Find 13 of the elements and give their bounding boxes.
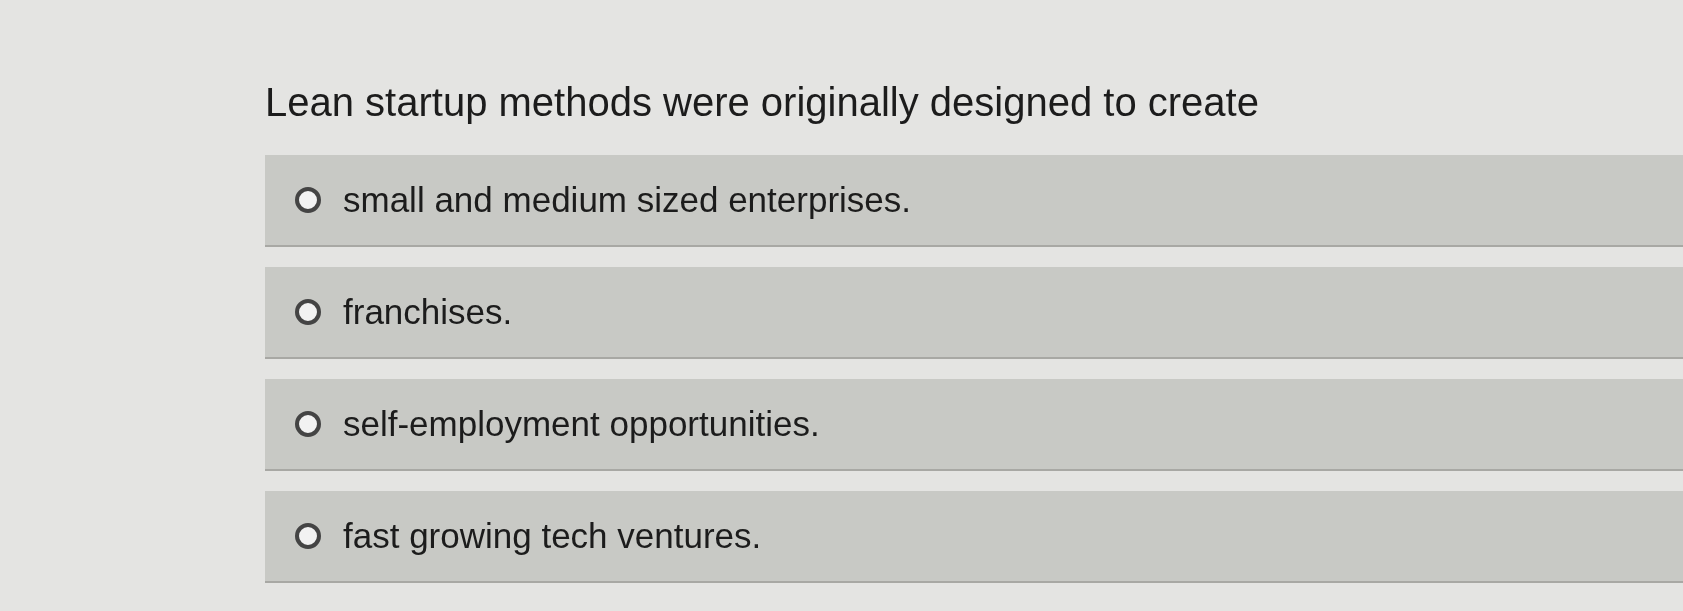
radio-button[interactable] <box>295 411 321 437</box>
option-label: small and medium sized enterprises. <box>343 178 911 221</box>
question-text: Lean startup methods were originally designed to create <box>265 79 1260 126</box>
option-label: franchises. <box>343 290 513 333</box>
answer-option[interactable]: franchises. <box>265 267 1683 359</box>
radio-button[interactable] <box>295 187 321 213</box>
answer-option[interactable]: self-employment opportunities. <box>265 379 1683 471</box>
option-label: fast growing tech ventures. <box>343 514 762 557</box>
radio-button[interactable] <box>295 523 321 549</box>
radio-button[interactable] <box>295 299 321 325</box>
answer-option[interactable]: fast growing tech ventures. <box>265 491 1683 583</box>
option-label: self-employment opportunities. <box>343 402 820 445</box>
answer-option[interactable]: small and medium sized enterprises. <box>265 155 1683 247</box>
